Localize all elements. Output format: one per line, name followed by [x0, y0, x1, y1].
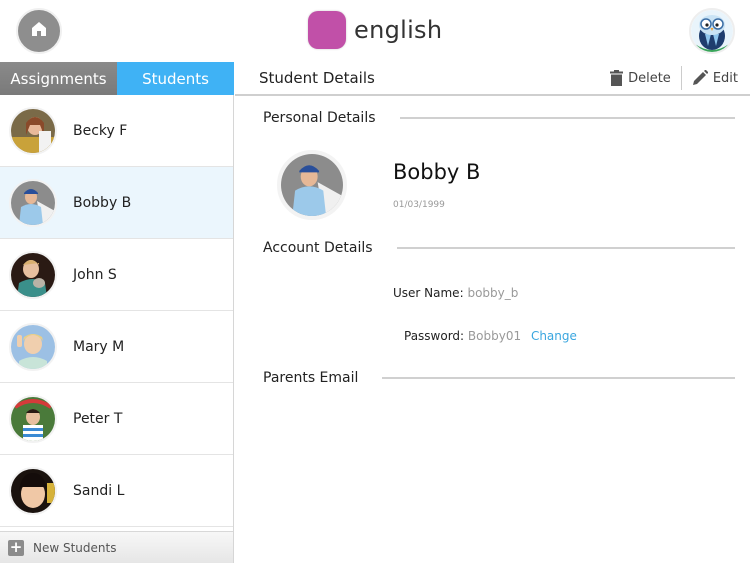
student-name: Bobby B [73, 194, 132, 211]
student-avatar [9, 106, 57, 155]
student-avatar [9, 394, 57, 443]
tab-bar: Assignments Students [0, 62, 234, 95]
password-field: Password: Bobby01 Change [404, 329, 577, 343]
student-name: Mary M [73, 338, 125, 355]
student-avatar [9, 322, 57, 371]
detail-header: Student Details Delete Edit [235, 62, 750, 96]
student-full-name: Bobby B [393, 160, 481, 184]
delete-button[interactable]: Delete [610, 70, 671, 86]
subject-indicator[interactable]: english [308, 11, 442, 49]
username-value: bobby_b [467, 286, 519, 300]
detail-title: Student Details [259, 69, 375, 87]
account-details-section: Account Details [263, 240, 735, 256]
student-row-becky[interactable]: Becky F [0, 95, 233, 167]
student-row-mary[interactable]: Mary M [0, 311, 233, 383]
parents-email-section: Parents Email [263, 370, 735, 386]
tab-students[interactable]: Students [117, 62, 234, 95]
delete-label: Delete [628, 70, 671, 86]
new-students-label: New Students [33, 540, 117, 555]
student-dob: 01/03/1999 [393, 200, 445, 210]
student-details-panel: Personal Details Bobby B 01/03/1999 Acco… [235, 96, 750, 563]
student-name: Sandi L [73, 482, 125, 499]
profile-avatar[interactable] [689, 8, 735, 54]
student-name: Becky F [73, 122, 128, 139]
section-divider [382, 377, 735, 379]
student-name: Peter T [73, 410, 123, 427]
section-title: Personal Details [263, 110, 376, 126]
change-password-link[interactable]: Change [531, 329, 577, 343]
student-row-sandi[interactable]: Sandi L [0, 455, 233, 527]
section-divider [399, 117, 735, 119]
section-divider [396, 247, 735, 249]
student-row-john[interactable]: John S [0, 239, 233, 311]
student-row-peter[interactable]: Peter T [0, 383, 233, 455]
top-bar: english [0, 0, 750, 62]
username-label: User Name: [393, 286, 464, 300]
student-row-bobby[interactable]: Bobby B [0, 167, 233, 239]
detail-avatar [277, 150, 347, 220]
student-name: John S [73, 266, 117, 283]
tab-assignments[interactable]: Assignments [0, 62, 117, 95]
home-button[interactable] [16, 8, 62, 54]
action-divider [680, 66, 682, 90]
edit-button[interactable]: Edit [692, 70, 738, 86]
pencil-icon [692, 70, 708, 86]
student-avatar [9, 250, 57, 299]
username-field: User Name: bobby_b [393, 286, 518, 300]
home-icon [30, 20, 48, 42]
password-value: Bobby01 [467, 329, 522, 343]
student-list: Becky F Bobby B John S Mary M Peter T Sa… [0, 95, 234, 563]
plus-icon: + [8, 537, 24, 556]
owl-avatar-icon [691, 10, 733, 52]
edit-label: Edit [712, 70, 738, 86]
header-actions: Delete Edit [610, 65, 738, 91]
trash-icon [610, 70, 624, 86]
personal-details-section: Personal Details [263, 110, 735, 126]
password-label: Password: [404, 329, 465, 343]
new-students-button[interactable]: + New Students [0, 531, 233, 563]
section-title: Account Details [263, 240, 373, 256]
subject-color-swatch [308, 11, 346, 49]
section-title: Parents Email [263, 370, 359, 386]
student-avatar [9, 178, 57, 227]
student-avatar [9, 466, 57, 515]
subject-label: english [354, 16, 443, 44]
